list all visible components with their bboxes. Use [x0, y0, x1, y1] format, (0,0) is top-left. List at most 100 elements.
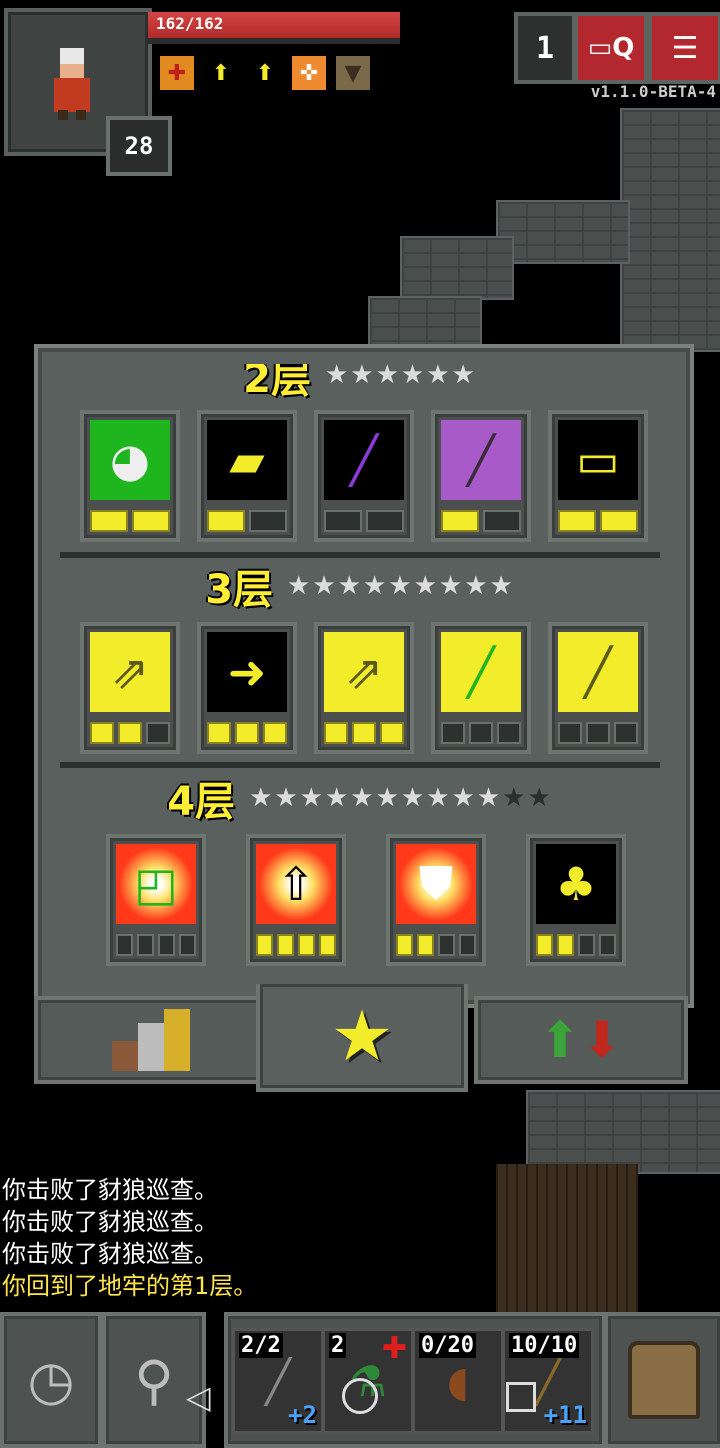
brown-bucket-icon[interactable]: ▼ [336, 56, 370, 90]
star-icon: ★ [330, 995, 394, 1077]
heal-cross-icon: ✚ [381, 1331, 407, 1366]
quickslot-4[interactable]: ╱ 10/10 +11 [502, 1328, 594, 1434]
dungeon-floor [496, 1164, 638, 1314]
staff-upgrade-icon: ⇗ [324, 632, 404, 712]
talent-slot[interactable]: ▭ [548, 410, 648, 542]
dungeon-wall [400, 236, 514, 300]
log-line: 你击败了豺狼巡查。 [2, 1240, 218, 1268]
quickslot-1-level: +2 [288, 1401, 317, 1429]
explosion-signal-icon: ◰ [116, 844, 196, 924]
tier-divider [60, 552, 660, 558]
talent-pips [324, 722, 404, 744]
tree-battery-icon: ♣ [536, 844, 616, 924]
quickslot-3[interactable]: ◖ 0/20 [412, 1328, 504, 1434]
tier-3-label: 3层 [205, 567, 274, 613]
talent-slot[interactable]: ╱ [548, 622, 648, 754]
talent-slot[interactable]: ╱ [314, 410, 414, 542]
dungeon-wall [620, 108, 720, 352]
wand-upgrade-icon: ⇗ [90, 632, 170, 712]
talent-slot[interactable]: ◰ [106, 834, 206, 966]
tab-talents[interactable]: ★ [256, 984, 468, 1092]
stats-icon [38, 1000, 264, 1080]
staff-battery-icon: ╱ [441, 632, 521, 712]
talent-pips [90, 510, 170, 532]
talent-pips [558, 510, 638, 532]
talent-pips [558, 722, 638, 744]
hero-sprite [48, 48, 96, 120]
swap-arrows-icon: ⬆ ⬇ [539, 1011, 623, 1069]
clock-icon: ◷ [27, 1348, 75, 1412]
log-line: 你击败了豺狼巡查。 [2, 1208, 218, 1236]
talent-pips [324, 510, 404, 532]
hp-text: 162/162 [156, 14, 224, 33]
depth-value: 1 [535, 30, 555, 66]
nav-back-icon[interactable]: ◁ [186, 1378, 211, 1416]
talent-pips [90, 722, 170, 744]
tier-3-header: 3层 ★★★★★★★★★ [60, 560, 660, 613]
tier-3-stars: ★★★★★★★★★ [287, 571, 515, 601]
yellow-arrow-icon[interactable]: ⬆ [204, 56, 238, 90]
staff-empty-battery-icon: ╱ [558, 632, 638, 712]
tier-2-label: 2层 [243, 364, 311, 402]
talent-slot[interactable]: ◕ [80, 410, 180, 542]
quickslot-1[interactable]: ╱ 2/2 +2 [232, 1328, 324, 1434]
quickslot-4-charges: 10/10 [509, 1333, 580, 1358]
orange-cross-icon[interactable]: ✜ [292, 56, 326, 90]
backpack-button[interactable] [604, 1312, 720, 1448]
hero-level-badge: 28 [106, 116, 172, 176]
dungeon-wall [496, 200, 630, 264]
talent-pips [207, 510, 287, 532]
buff-list: ✚ ⬆ ⬆ ✜ ▼ [160, 56, 370, 90]
nav-home-icon[interactable] [342, 1378, 378, 1414]
tier-2-stars: ★★★★★★ [324, 364, 477, 390]
talent-pips [396, 934, 476, 956]
message-log: 你击败了豺狼巡查。 你击败了豺狼巡查。 你击败了豺狼巡查。 你回到了地牢的第1层… [2, 1174, 257, 1302]
quickslot-2-count: 2 [329, 1333, 347, 1358]
log-line-highlight: 你回到了地牢的第1层。 [2, 1272, 258, 1300]
tier-2-header: 2层 ★★★★★★ [60, 364, 660, 404]
tier-4-stars-filled: ★★★★★★★★★★ [249, 783, 503, 813]
menu-icon: ☰ [671, 30, 699, 66]
talent-pips [441, 722, 521, 744]
talent-slot[interactable]: ➜ [197, 622, 297, 754]
tab-swap[interactable]: ⬆ ⬇ [474, 996, 688, 1084]
talent-slot[interactable]: ⇧ [246, 834, 346, 966]
quickslot-3-count: 0/20 [419, 1333, 476, 1358]
depth-indicator[interactable]: 1 [514, 12, 576, 84]
version-label: v1.1.0-BETA-4 [590, 82, 716, 101]
talent-pips [441, 510, 521, 532]
nav-recents-icon[interactable] [506, 1382, 536, 1412]
quickslot-1-charges: 2/2 [239, 1333, 283, 1358]
battery-full-icon: ▰ [207, 420, 287, 500]
talents-scroll[interactable]: 2层 ★★★★★★ ◕ ▰ ╱ ╱ ▭ 3层 ★★★★★★★★★ ⇗ ➜ ⇗ ╱… [60, 364, 660, 980]
quickslot-4-level: +11 [543, 1401, 587, 1429]
wait-button[interactable]: ◷ [0, 1312, 102, 1448]
dungeon-wall [368, 296, 482, 350]
tier-3: 3层 ★★★★★★★★★ ⇗ ➜ ⇗ ╱ ╱ [60, 560, 660, 770]
talent-slot[interactable]: ▰ [197, 410, 297, 542]
explosion-upgrade-icon: ⇧ [256, 844, 336, 924]
yellow-arrow-icon[interactable]: ⬆ [248, 56, 282, 90]
talent-slot[interactable]: ╱ [431, 622, 531, 754]
talent-slot[interactable]: ♣ [526, 834, 626, 966]
journal-icon: ▭Q [587, 33, 635, 63]
wand-charm-icon: ╱ [441, 420, 521, 500]
menu-button[interactable]: ☰ [648, 12, 720, 84]
shield-food-icon: ◕ [90, 420, 170, 500]
tier-4-stars-empty: ★★ [502, 783, 553, 813]
red-plus-icon[interactable]: ✚ [160, 56, 194, 90]
talent-slot[interactable]: ⛊ [386, 834, 486, 966]
talent-pips [207, 722, 287, 744]
tier-4-header: 4层 ★★★★★★★★★★★★ [60, 772, 660, 825]
talent-slot[interactable]: ⇗ [80, 622, 180, 754]
talent-slot[interactable]: ⇗ [314, 622, 414, 754]
dungeon-wall [526, 1090, 720, 1174]
backpack-icon [608, 1316, 720, 1444]
talent-pips [116, 934, 196, 956]
purple-wand-icon: ╱ [324, 420, 404, 500]
talent-pips [536, 934, 616, 956]
journal-button[interactable]: ▭Q [574, 12, 648, 84]
tab-stats[interactable] [34, 996, 268, 1084]
tier-divider [60, 762, 660, 768]
talent-slot[interactable]: ╱ [431, 410, 531, 542]
